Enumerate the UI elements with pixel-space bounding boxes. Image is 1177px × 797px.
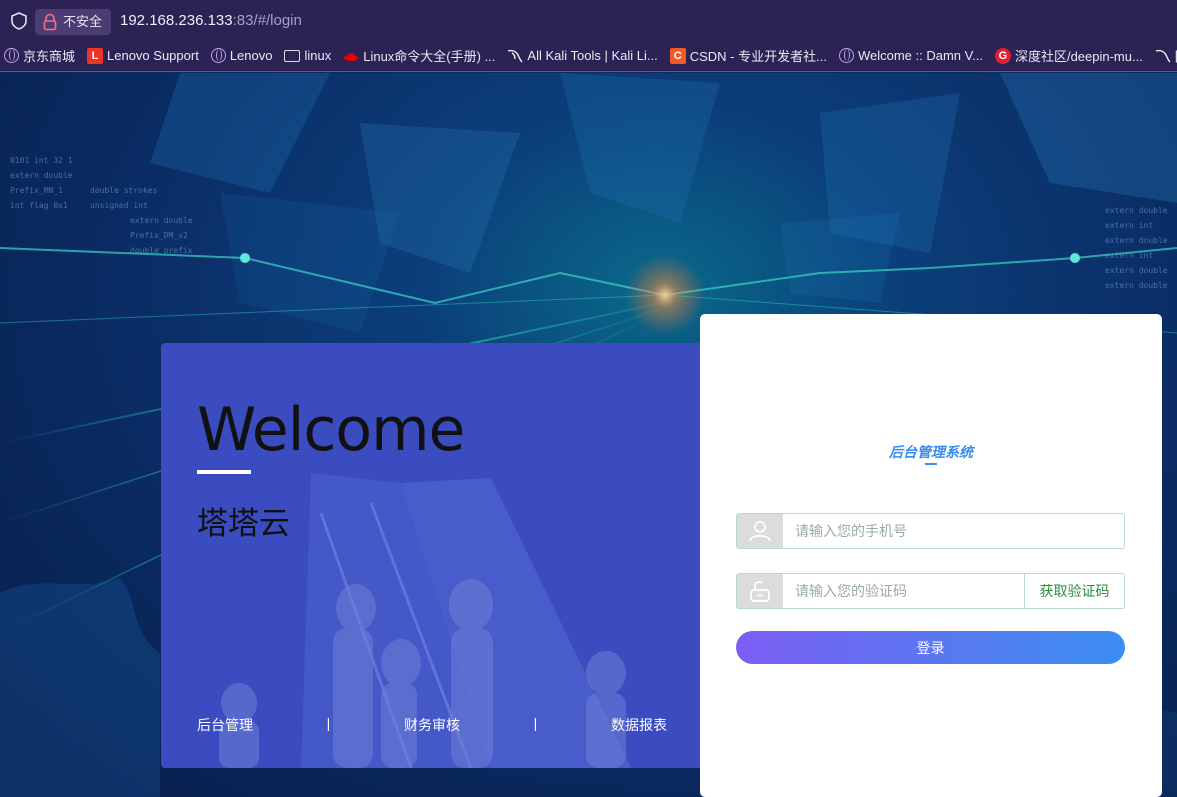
bookmark-label: Linux命令大全(手册) ... [363,49,496,64]
bookmark-lenovo[interactable]: Lenovo [210,40,273,71]
svg-text:extern double: extern double [10,171,73,180]
user-icon-box [737,514,783,548]
login-button[interactable]: 登录 [736,631,1125,664]
svg-text:extern double: extern double [1105,236,1168,245]
url-host: 192.168.236.133 [120,12,233,29]
lock-icon-box [737,574,783,608]
svg-text:int flag 0x1: int flag 0x1 [10,201,68,210]
phone-input[interactable] [783,514,1124,548]
svg-text:Prefix_DM_v2: Prefix_DM_v2 [130,231,188,240]
phone-field-group [736,513,1125,549]
bookmark-label: Lenovo Support [107,48,199,63]
bookmark-overflow[interactable]: [ [1155,40,1177,71]
user-icon [749,521,771,542]
tag-admin: 后台管理 [197,717,253,733]
bookmark-label: CSDN - 专业开发者社... [689,49,827,64]
bookmark-label: All Kali Tools | Kali Li... [527,48,658,63]
lenovo-l-icon: L [87,47,104,64]
gitee-g-icon: G [994,47,1011,64]
bookmark-deepin[interactable]: G 深度社区/deepin-mu... [994,40,1143,71]
svg-text:Prefix_MN_1: Prefix_MN_1 [10,186,63,195]
svg-text:extern double: extern double [1105,206,1168,215]
system-brand: 后台管理系统 [889,444,973,460]
security-label: 不安全 [63,14,103,29]
kali-dragon-icon [1155,49,1171,62]
svg-text:0101 int 32 1: 0101 int 32 1 [10,156,73,165]
kali-dragon-icon [508,49,523,62]
get-code-button[interactable]: 获取验证码 [1024,574,1124,608]
feature-tags: 后台管理 | 财务审核 | 数据报表 [197,715,667,735]
bookmark-folder-linux[interactable]: linux [284,40,332,71]
tag-reports: 数据报表 [610,717,667,733]
csdn-c-icon: C [669,47,686,64]
svg-text:extern int: extern int [1105,251,1153,260]
title-underline [197,470,251,474]
globe-icon [210,48,226,63]
welcome-panel: Welcome 塔塔云 后台管理 | 财务审核 | 数据报表 [161,343,706,768]
tag-separator: | [533,715,538,731]
welcome-subtitle: 塔塔云 [197,506,290,541]
tag-finance: 财务审核 [403,717,460,733]
svg-text:extern double: extern double [1105,266,1168,275]
svg-text:double prefix: double prefix [130,246,193,255]
url-path: :83/#/login [232,12,302,29]
security-indicator[interactable]: 不安全 [35,9,112,35]
bookmark-label: Lenovo [229,48,273,63]
globe-icon [4,48,19,63]
login-card: 后台管理系统 获取验证码 登录 [700,314,1162,797]
bookmark-label: 深度社区/deepin-mu... [1014,49,1143,64]
bookmark-dvwa[interactable]: Welcome :: Damn V... [838,40,983,71]
bookmark-label: 京东商城 [23,49,76,64]
bookmark-linux-commands[interactable]: Linux命令大全(手册) ... [343,40,496,71]
svg-text:extern int: extern int [1105,221,1153,230]
bookmark-label: linux [304,48,332,63]
bookmark-csdn[interactable]: C CSDN - 专业开发者社... [669,40,827,71]
unlock-icon [750,581,770,602]
bookmark-jd[interactable]: 京东商城 [4,40,76,71]
svg-text:extern double: extern double [1105,281,1168,290]
svg-text:unsigned int: unsigned int [90,201,148,210]
folder-icon [284,49,301,62]
brand-underline [925,463,937,465]
bookmarks-bar: 京东商城 L Lenovo Support Lenovo linux Linux命… [0,40,1177,72]
url-field[interactable]: 192.168.236.133:83/#/login [120,12,302,29]
svg-text:extern double: extern double [130,216,193,225]
bookmark-label: Welcome :: Damn V... [857,48,983,63]
welcome-title: Welcome [197,395,465,465]
address-bar: 不安全 192.168.236.133:83/#/login [0,0,1177,40]
tag-separator: | [326,715,331,731]
insecure-lock-icon [43,13,57,31]
bookmark-lenovo-support[interactable]: L Lenovo Support [87,40,199,71]
globe-icon [838,48,854,63]
redhat-icon [344,52,359,61]
shield-icon[interactable] [10,12,28,30]
code-field-group: 获取验证码 [736,573,1125,609]
code-input[interactable] [783,574,1024,608]
bookmark-kali-tools[interactable]: All Kali Tools | Kali Li... [507,40,658,71]
svg-text:double strokes: double strokes [90,186,158,195]
